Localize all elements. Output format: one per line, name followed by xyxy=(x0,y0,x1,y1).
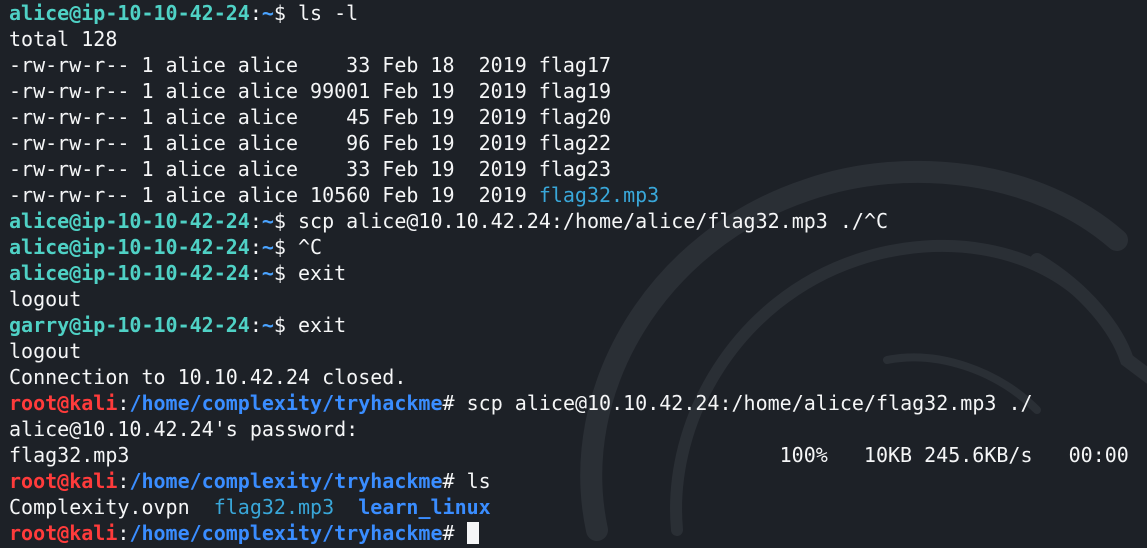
output-line: logout xyxy=(9,287,82,311)
prompt-symbol: # xyxy=(442,521,467,545)
prompt-symbol: $ xyxy=(273,261,299,285)
prompt-user: alice@ip-10-10-42-24 xyxy=(9,209,250,233)
command-text: exit xyxy=(298,261,347,285)
prompt-colon: : xyxy=(249,1,262,25)
prompt-path: ~ xyxy=(261,209,274,233)
output-line: -rw-rw-r-- 1 alice alice 33 Feb 18 2019 … xyxy=(9,53,612,77)
prompt-at: @ xyxy=(57,521,70,545)
prompt-user: garry@ip-10-10-42-24 xyxy=(9,313,250,337)
transfer-progress-line: flag32.mp3 100% 10KB 245.6KB/s 00:00 xyxy=(9,443,1129,467)
terminal-input-line[interactable]: root@kali:/home/complexity/tryhackme# xyxy=(9,520,1147,546)
prompt-path: /home/complexity/tryhackme xyxy=(129,521,443,545)
output-line: logout xyxy=(9,339,82,363)
terminal-line: garry@ip-10-10-42-24:~$ exit xyxy=(9,312,1147,338)
prompt-symbol: # xyxy=(442,391,467,415)
prompt-at: @ xyxy=(57,391,70,415)
prompt-symbol: $ xyxy=(273,209,299,233)
command-text: ls xyxy=(466,469,491,493)
output-line: -rw-rw-r-- 1 alice alice 45 Feb 19 2019 … xyxy=(9,105,612,129)
terminal-line: alice@ip-10-10-42-24:~$ exit xyxy=(9,260,1147,286)
output-line: -rw-rw-r-- 1 alice alice 10560 Feb 19 20… xyxy=(9,182,1147,208)
output-line: Complexity.ovpn flag32.mp3 learn_linux xyxy=(9,494,1147,520)
text-cursor[interactable] xyxy=(466,522,479,544)
prompt-path: ~ xyxy=(261,235,274,259)
terminal-line: root@kali:/home/complexity/tryhackme# ls xyxy=(9,468,1147,494)
prompt-user: alice@ip-10-10-42-24 xyxy=(9,261,250,285)
prompt-user: alice@ip-10-10-42-24 xyxy=(9,1,250,25)
prompt-symbol: $ xyxy=(273,1,299,25)
prompt-colon: : xyxy=(249,313,262,337)
prompt-path: ~ xyxy=(261,261,274,285)
prompt-colon: : xyxy=(249,209,262,233)
output-line: -rw-rw-r-- 1 alice alice 33 Feb 19 2019 … xyxy=(9,157,612,181)
file-entry: Complexity.ovpn xyxy=(9,495,190,519)
terminal-line: root@kali:/home/complexity/tryhackme# sc… xyxy=(9,390,1147,416)
prompt-colon: : xyxy=(117,521,130,545)
prompt-at: @ xyxy=(57,469,70,493)
prompt-colon: : xyxy=(249,261,262,285)
prompt-symbol: # xyxy=(442,469,467,493)
command-text: ^C xyxy=(298,235,323,259)
prompt-colon: : xyxy=(117,391,130,415)
terminal-line: alice@ip-10-10-42-24:~$ ls -l xyxy=(9,0,1147,26)
prompt-host: kali xyxy=(69,521,118,545)
prompt-symbol: $ xyxy=(273,313,299,337)
command-text: exit xyxy=(298,313,347,337)
prompt-colon: : xyxy=(249,235,262,259)
prompt-host: kali xyxy=(69,469,118,493)
terminal-line: alice@ip-10-10-42-24:~$ scp alice@10.10.… xyxy=(9,208,1147,234)
prompt-user: alice@ip-10-10-42-24 xyxy=(9,235,250,259)
prompt-path: /home/complexity/tryhackme xyxy=(129,391,443,415)
prompt-path: ~ xyxy=(261,313,274,337)
prompt-symbol: $ xyxy=(273,235,299,259)
terminal-output: alice@ip-10-10-42-24:~$ ls -l total 128 … xyxy=(9,0,1147,546)
directory-entry: learn_linux xyxy=(358,495,491,519)
output-line: -rw-rw-r-- 1 alice alice 99001 Feb 19 20… xyxy=(9,79,612,103)
prompt-root-user: root xyxy=(9,521,58,545)
terminal-window[interactable]: alice@ip-10-10-42-24:~$ ls -l total 128 … xyxy=(0,0,1147,548)
prompt-path: ~ xyxy=(261,1,274,25)
command-text: scp alice@10.10.42.24:/home/alice/flag32… xyxy=(466,391,1033,415)
audio-file-entry: flag32.mp3 xyxy=(213,495,335,519)
terminal-line: alice@ip-10-10-42-24:~$ ^C xyxy=(9,234,1147,260)
prompt-root-user: root xyxy=(9,469,58,493)
prompt-root-user: root xyxy=(9,391,58,415)
prompt-colon: : xyxy=(117,469,130,493)
output-line: total 128 xyxy=(9,27,118,51)
file-listing-prefix: -rw-rw-r-- 1 alice alice 10560 Feb 19 20… xyxy=(9,183,539,207)
command-text: ls -l xyxy=(298,1,359,25)
audio-file-name: flag32.mp3 xyxy=(538,183,660,207)
output-line: Connection to 10.10.42.24 closed. xyxy=(9,365,407,389)
command-text: scp alice@10.10.42.24:/home/alice/flag32… xyxy=(298,209,889,233)
prompt-host: kali xyxy=(69,391,118,415)
output-line: alice@10.10.42.24's password: xyxy=(9,417,359,441)
output-line: -rw-rw-r-- 1 alice alice 96 Feb 19 2019 … xyxy=(9,131,612,155)
prompt-path: /home/complexity/tryhackme xyxy=(129,469,443,493)
